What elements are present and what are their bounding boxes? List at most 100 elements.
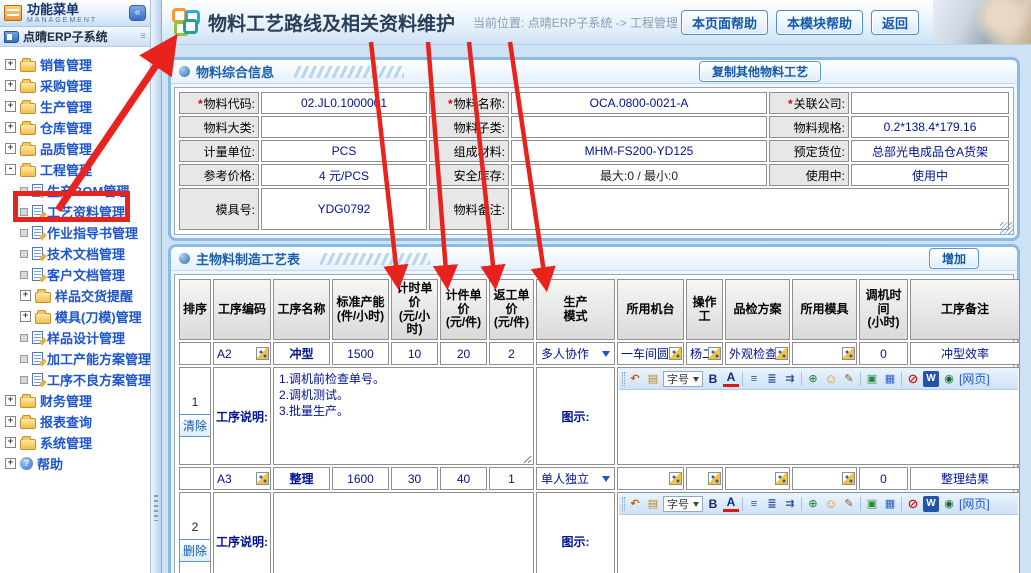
sidebar-item-customer-doc[interactable]: 客户文档管理: [0, 264, 150, 285]
bold-icon[interactable]: B: [705, 371, 721, 387]
sidebar-item-sales[interactable]: 销售管理: [0, 54, 150, 75]
pin-icon[interactable]: ≡: [140, 31, 146, 42]
picker-icon[interactable]: [669, 472, 682, 485]
paste-icon[interactable]: ▤: [645, 371, 661, 387]
sidebar-item-tech-doc[interactable]: 技术文档管理: [0, 243, 150, 264]
remark-cell[interactable]: 冲型效率: [910, 342, 1020, 365]
hourly-price-cell[interactable]: 10: [391, 342, 438, 365]
expand-icon[interactable]: [5, 416, 16, 427]
capacity-cell[interactable]: 1500: [332, 342, 389, 365]
bold-icon[interactable]: B: [705, 496, 721, 512]
sidebar-item-capacity-plan[interactable]: 加工产能方案管理: [0, 348, 150, 369]
page-help-button[interactable]: 本页面帮助: [681, 10, 768, 35]
sidebar-item-mold[interactable]: 模具(刀模)管理: [0, 306, 150, 327]
sidebar-item-quality[interactable]: 品质管理: [0, 138, 150, 159]
unit-field[interactable]: PCS: [261, 140, 427, 162]
insert-image-icon[interactable]: ▣: [864, 496, 880, 512]
align-icon[interactable]: ≡: [746, 496, 762, 512]
sidebar-item-reports[interactable]: 报表查询: [0, 411, 150, 432]
font-color-icon[interactable]: A: [723, 371, 739, 387]
font-size-select[interactable]: 字号: [663, 371, 703, 387]
hyperlink-globe-icon[interactable]: ⊕: [805, 496, 821, 512]
expand-icon[interactable]: [5, 80, 16, 91]
save-image-icon[interactable]: ▦: [882, 371, 898, 387]
picker-icon[interactable]: [775, 347, 788, 360]
rework-price-cell[interactable]: 2: [489, 342, 534, 365]
sidebar-item-work-instruction[interactable]: 作业指导书管理: [0, 222, 150, 243]
process-code-cell[interactable]: A2: [213, 342, 271, 365]
expand-icon[interactable]: [5, 101, 16, 112]
font-color-icon[interactable]: A: [723, 496, 739, 512]
reference-price-field[interactable]: 4 元/PCS: [261, 164, 427, 186]
sidebar-item-help[interactable]: 帮助: [0, 453, 150, 474]
picker-icon[interactable]: [842, 472, 855, 485]
material-remark-field[interactable]: [511, 188, 1009, 230]
expand-icon[interactable]: [20, 311, 31, 322]
process-name-cell[interactable]: 整理: [273, 467, 330, 490]
toolbar-grip[interactable]: [622, 372, 625, 386]
expand-icon[interactable]: [5, 458, 16, 469]
sidebar-item-bom[interactable]: 生产BOM管理: [0, 180, 150, 201]
mode-select[interactable]: 多人协作: [536, 342, 615, 365]
undo-icon[interactable]: ↶: [627, 371, 643, 387]
storage-location-field[interactable]: 总部光电成品仓A货架: [851, 140, 1009, 162]
related-company-field[interactable]: [851, 92, 1009, 114]
material-category-field[interactable]: [261, 116, 427, 138]
mold-cell[interactable]: [792, 467, 857, 490]
copy-process-button[interactable]: 复制其他物料工艺: [699, 61, 821, 82]
emoticon-icon[interactable]: ☺: [823, 371, 839, 387]
material-subcategory-field[interactable]: [511, 116, 767, 138]
picker-icon[interactable]: [708, 347, 721, 360]
operator-cell[interactable]: 杨二,中: [686, 342, 723, 365]
process-code-cell[interactable]: A3: [213, 467, 271, 490]
material-spec-field[interactable]: 0.2*138.4*179.16: [851, 116, 1009, 138]
add-process-button[interactable]: 增加: [929, 248, 979, 269]
edit-html-icon[interactable]: ✎: [841, 496, 857, 512]
qc-plan-cell[interactable]: 外观检查项: [725, 342, 790, 365]
expand-icon[interactable]: [5, 59, 16, 70]
word-import-icon[interactable]: W: [923, 371, 939, 387]
font-size-select[interactable]: 字号: [663, 496, 703, 512]
editor-content-area[interactable]: [619, 390, 1018, 464]
save-image-icon[interactable]: ▦: [882, 496, 898, 512]
operator-cell[interactable]: [686, 467, 723, 490]
remark-cell[interactable]: 整理结果: [910, 467, 1020, 490]
list-icon[interactable]: ≣: [764, 371, 780, 387]
picker-icon[interactable]: [256, 347, 269, 360]
picker-icon[interactable]: [669, 347, 682, 360]
safety-stock-field[interactable]: 最大:0 / 最小:0: [511, 164, 767, 186]
insert-image-icon[interactable]: ▣: [864, 371, 880, 387]
toolbar-grip[interactable]: [622, 497, 625, 511]
sidebar-item-finance[interactable]: 财务管理: [0, 390, 150, 411]
usage-status-field[interactable]: 使用中: [851, 164, 1009, 186]
mold-number-field[interactable]: YDG0792: [261, 188, 427, 230]
sidebar-item-purchase[interactable]: 采购管理: [0, 75, 150, 96]
setup-time-cell[interactable]: 0: [859, 342, 908, 365]
word-import-icon[interactable]: W: [923, 496, 939, 512]
remove-format-icon[interactable]: ⊘: [905, 496, 921, 512]
splitter-grip[interactable]: [154, 495, 158, 521]
picker-icon[interactable]: [708, 472, 721, 485]
indent-icon[interactable]: ⇉: [782, 371, 798, 387]
rework-price-cell[interactable]: 1: [489, 467, 534, 490]
panel-resize-grip[interactable]: [1000, 222, 1013, 235]
expand-icon[interactable]: [5, 143, 16, 154]
piece-price-cell[interactable]: 20: [440, 342, 487, 365]
webpage-link[interactable]: [网页]: [959, 495, 990, 512]
sidebar-item-defect-plan[interactable]: 工序不良方案管理: [0, 369, 150, 390]
preview-eye-icon[interactable]: ◉: [941, 371, 957, 387]
expand-icon[interactable]: [20, 290, 31, 301]
collapse-icon[interactable]: [5, 164, 16, 175]
machine-cell[interactable]: 一车间圆刀: [617, 342, 684, 365]
sidebar-item-sample-design[interactable]: 样品设计管理: [0, 327, 150, 348]
expand-icon[interactable]: [5, 122, 16, 133]
picker-icon[interactable]: [842, 347, 855, 360]
sidebar-item-engineering[interactable]: 工程管理: [0, 159, 150, 180]
sidebar-item-warehouse[interactable]: 仓库管理: [0, 117, 150, 138]
setup-time-cell[interactable]: 0: [859, 467, 908, 490]
module-help-button[interactable]: 本模块帮助: [776, 10, 863, 35]
sidebar-splitter[interactable]: [150, 0, 162, 573]
picker-icon[interactable]: [256, 472, 269, 485]
edit-html-icon[interactable]: ✎: [841, 371, 857, 387]
composition-field[interactable]: MHM-FS200-YD125: [511, 140, 767, 162]
